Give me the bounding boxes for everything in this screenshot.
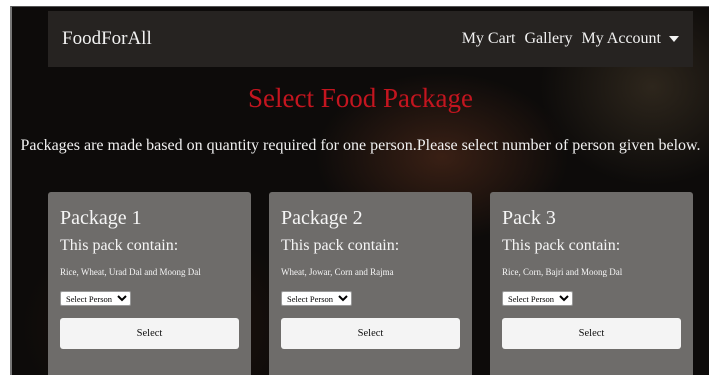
select-person-dropdown[interactable]: Select Person <box>281 291 352 306</box>
package-card-2: Package 2 This pack contain: Wheat, Jowa… <box>269 192 472 375</box>
page-title: Select Food Package <box>248 83 473 113</box>
package-items: Wheat, Jowar, Corn and Rajma <box>281 267 394 277</box>
nav-my-account[interactable]: My Account <box>581 30 679 48</box>
nav-my-account-label: My Account <box>581 30 661 47</box>
package-items: Rice, Corn, Bajri and Moong Dal <box>502 267 623 277</box>
package-title: Pack 3 <box>502 207 556 229</box>
package-subtitle: This pack contain: <box>281 237 400 254</box>
package-title: Package 1 <box>60 207 142 229</box>
package-subtitle: This pack contain: <box>60 237 179 254</box>
package-card-3: Pack 3 This pack contain: Rice, Corn, Ba… <box>490 192 693 375</box>
brand-logo[interactable]: FoodForAll <box>62 28 152 50</box>
select-button[interactable]: Select <box>281 318 460 349</box>
select-button[interactable]: Select <box>502 318 681 349</box>
nav-my-cart[interactable]: My Cart <box>462 30 516 48</box>
page-subtitle: Packages are made based on quantity requ… <box>20 137 701 154</box>
select-person-dropdown[interactable]: Select Person <box>60 291 131 306</box>
package-title: Package 2 <box>281 207 363 229</box>
select-person-dropdown[interactable]: Select Person <box>502 291 573 306</box>
nav-gallery[interactable]: Gallery <box>524 30 572 48</box>
navbar: FoodForAll My Cart Gallery My Account <box>48 11 693 67</box>
select-button[interactable]: Select <box>60 318 239 349</box>
package-items: Rice, Wheat, Urad Dal and Moong Dal <box>60 267 201 277</box>
package-card-1: Package 1 This pack contain: Rice, Wheat… <box>48 192 251 375</box>
page-frame: FoodForAll My Cart Gallery My Account Se… <box>10 6 709 375</box>
caret-down-icon <box>669 36 679 43</box>
package-subtitle: This pack contain: <box>502 237 621 254</box>
nav-links: My Cart Gallery My Account <box>462 30 679 48</box>
